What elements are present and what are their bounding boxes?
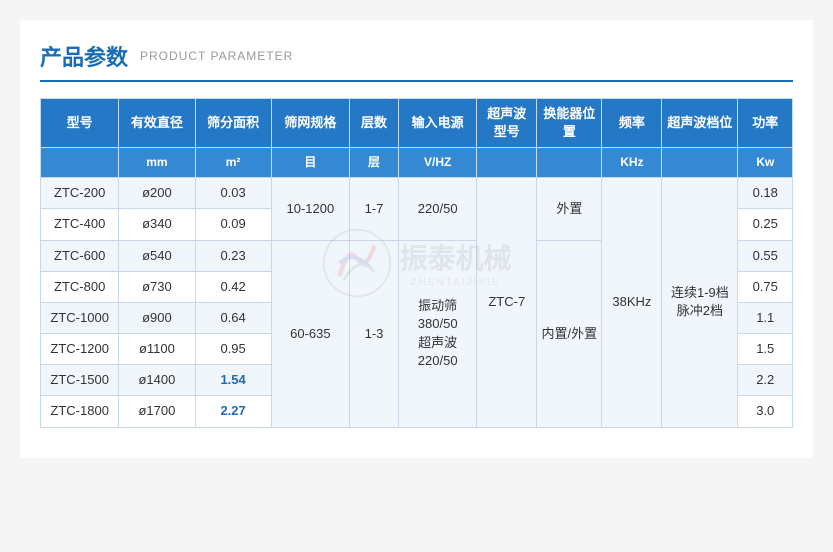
cell-layers-group2: 1-3 xyxy=(350,240,399,427)
cell-power: 0.55 xyxy=(738,240,793,271)
cell-power: 2.2 xyxy=(738,365,793,396)
cell-diameter: ø1400 xyxy=(119,365,195,396)
col-header-mesh: 筛网规格 xyxy=(271,99,349,148)
cell-ultrasonic-type-all: ZTC-7 xyxy=(477,178,537,428)
cell-model: ZTC-800 xyxy=(41,271,119,302)
cell-power: 1.5 xyxy=(738,334,793,365)
cell-model: ZTC-1500 xyxy=(41,365,119,396)
col-sub-area: m² xyxy=(195,148,271,178)
col-header-layers: 层数 xyxy=(350,99,399,148)
page-header: 产品参数 PRODUCT PARAMETER xyxy=(40,40,793,82)
col-sub-power: Kw xyxy=(738,148,793,178)
col-sub-diameter: mm xyxy=(119,148,195,178)
table-wrapper: 振泰机械 ZHENTAIJIXIE 型号 有效直径 筛分面积 筛网规格 xyxy=(40,98,793,428)
col-sub-power-input: V/HZ xyxy=(399,148,477,178)
cell-power: 0.75 xyxy=(738,271,793,302)
cell-diameter: ø340 xyxy=(119,209,195,240)
cell-area: 0.95 xyxy=(195,334,271,365)
col-header-ultrasonic-level: 超声波档位 xyxy=(662,99,738,148)
col-sub-ultrasonic-level xyxy=(662,148,738,178)
page-title-en: PRODUCT PARAMETER xyxy=(140,49,293,63)
cell-ultrasonic-level-all: 连续1-9档 脉冲2档 xyxy=(662,178,738,428)
col-header-model: 型号 xyxy=(41,99,119,148)
cell-model: ZTC-1800 xyxy=(41,396,119,427)
cell-freq-all: 38KHz xyxy=(602,178,662,428)
cell-area: 0.42 xyxy=(195,271,271,302)
cell-area: 0.03 xyxy=(195,178,271,209)
cell-area: 1.54 xyxy=(195,365,271,396)
col-header-ultrasonic-type: 超声波型号 xyxy=(477,99,537,148)
page-container: 产品参数 PRODUCT PARAMETER 振泰机械 ZHENTAIJIXIE xyxy=(20,20,813,458)
cell-area: 0.64 xyxy=(195,302,271,333)
col-sub-layers: 层 xyxy=(350,148,399,178)
col-sub-transducer-pos xyxy=(537,148,602,178)
cell-diameter: ø900 xyxy=(119,302,195,333)
cell-power-input-group1: 220/50 xyxy=(399,178,477,240)
cell-model: ZTC-1200 xyxy=(41,334,119,365)
cell-diameter: ø200 xyxy=(119,178,195,209)
cell-model: ZTC-600 xyxy=(41,240,119,271)
page-title-cn: 产品参数 xyxy=(40,40,128,72)
cell-mesh-group1: 10-1200 xyxy=(271,178,349,240)
col-sub-model xyxy=(41,148,119,178)
col-header-diameter: 有效直径 xyxy=(119,99,195,148)
cell-model: ZTC-1000 xyxy=(41,302,119,333)
col-sub-mesh: 目 xyxy=(271,148,349,178)
table-row: ZTC-200 ø200 0.03 10-1200 1-7 220/50 ZTC… xyxy=(41,178,793,209)
col-header-freq: 频率 xyxy=(602,99,662,148)
col-header-power: 功率 xyxy=(738,99,793,148)
cell-mesh-group2: 60-635 xyxy=(271,240,349,427)
col-sub-ultrasonic-type xyxy=(477,148,537,178)
col-header-area: 筛分面积 xyxy=(195,99,271,148)
table-body: ZTC-200 ø200 0.03 10-1200 1-7 220/50 ZTC… xyxy=(41,178,793,428)
product-params-table: 型号 有效直径 筛分面积 筛网规格 层数 输入电源 xyxy=(40,98,793,428)
col-header-power-input: 输入电源 xyxy=(399,99,477,148)
cell-area: 0.09 xyxy=(195,209,271,240)
cell-power: 0.18 xyxy=(738,178,793,209)
col-header-transducer-pos: 换能器位置 xyxy=(537,99,602,148)
cell-model: ZTC-400 xyxy=(41,209,119,240)
col-sub-freq: KHz xyxy=(602,148,662,178)
cell-area: 0.23 xyxy=(195,240,271,271)
cell-layers-group1: 1-7 xyxy=(350,178,399,240)
cell-power: 1.1 xyxy=(738,302,793,333)
cell-model: ZTC-200 xyxy=(41,178,119,209)
cell-diameter: ø730 xyxy=(119,271,195,302)
cell-diameter: ø540 xyxy=(119,240,195,271)
cell-diameter: ø1100 xyxy=(119,334,195,365)
cell-diameter: ø1700 xyxy=(119,396,195,427)
cell-power: 0.25 xyxy=(738,209,793,240)
cell-power: 3.0 xyxy=(738,396,793,427)
cell-area: 2.27 xyxy=(195,396,271,427)
cell-transducer-pos-group1: 外置 xyxy=(537,178,602,240)
cell-transducer-pos-group2: 内置/外置 xyxy=(537,240,602,427)
cell-power-input-group2: 振动筛 380/50 超声波 220/50 xyxy=(399,240,477,427)
